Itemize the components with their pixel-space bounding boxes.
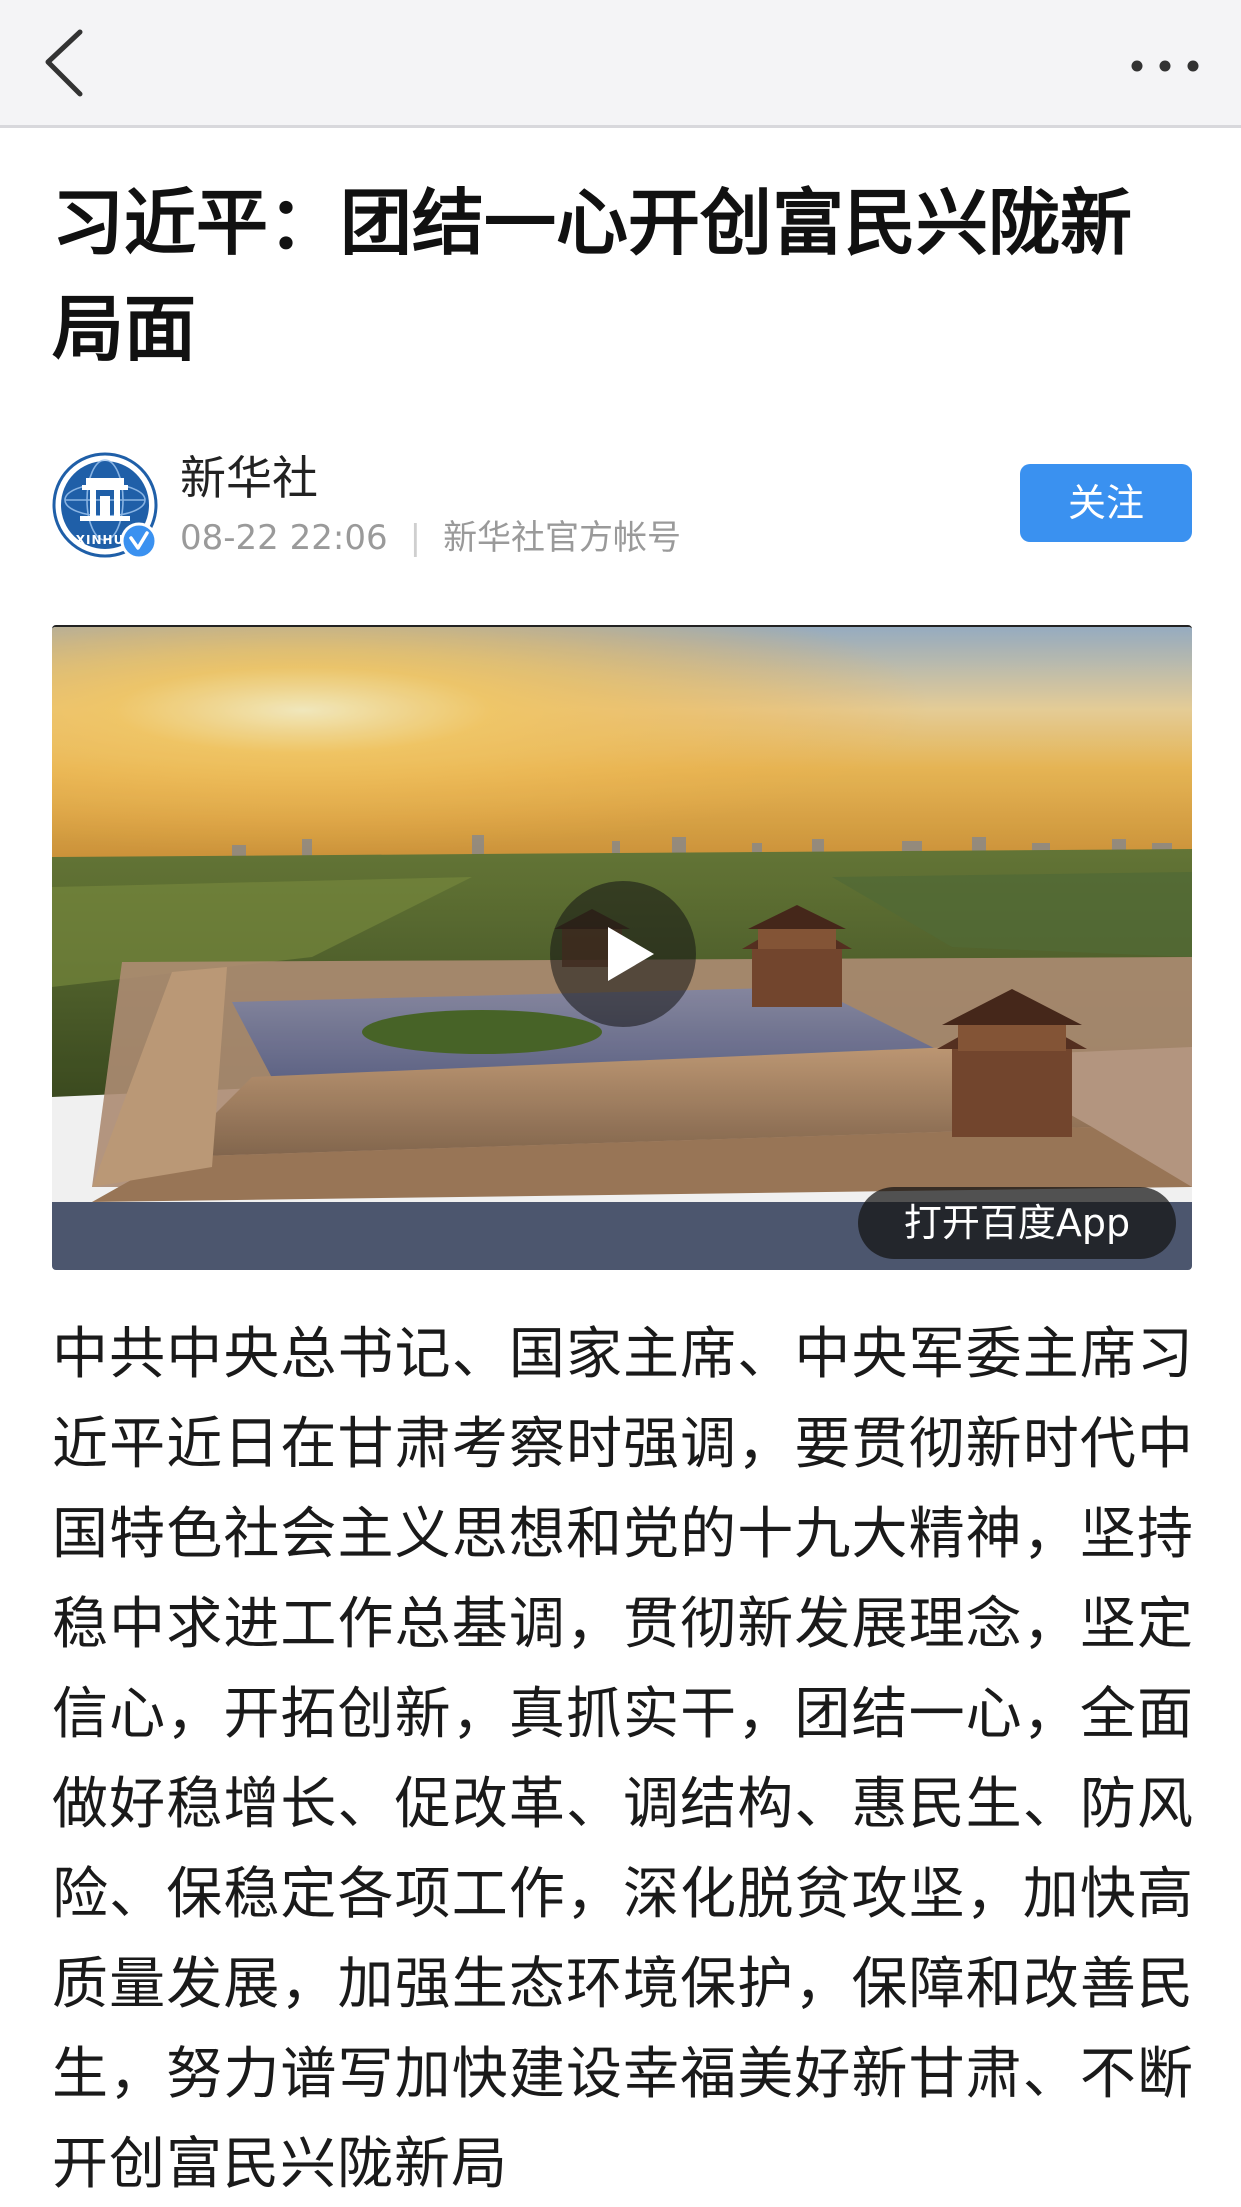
open-app-button[interactable]: 打开百度App	[858, 1187, 1176, 1259]
follow-button[interactable]: 关注	[1020, 464, 1192, 542]
author-info: XINHUA 新华社 08-22 22:06 | 新华社官方帐号 关注	[52, 448, 1192, 568]
author-meta: 08-22 22:06 | 新华社官方帐号	[180, 516, 681, 560]
author-avatar[interactable]: XINHUA	[52, 452, 158, 560]
chevron-left-icon	[45, 29, 83, 97]
back-button[interactable]	[30, 22, 110, 102]
more-options-button[interactable]	[1115, 22, 1215, 102]
article-body-text: 中共中央总书记、国家主席、中央军委主席习近平近日在甘肃考察时强调，要贯彻新时代中…	[52, 1322, 1194, 2197]
play-icon	[608, 927, 654, 981]
author-name[interactable]: 新华社	[180, 448, 318, 508]
article-title: 习近平：团结一心开创富民兴陇新局面	[52, 181, 1133, 371]
verified-icon	[120, 522, 158, 560]
top-nav-bar	[0, 0, 1241, 128]
account-description: 新华社官方帐号	[443, 518, 682, 558]
meta-divider: |	[409, 518, 422, 558]
play-button[interactable]	[550, 881, 696, 1027]
more-horizontal-icon	[1131, 60, 1199, 72]
publish-time: 08-22 22:06	[180, 518, 388, 558]
article-page: 习近平：团结一心开创富民兴陇新局面 XINHUA 新华社 08-22 22:06…	[0, 0, 1241, 2207]
video-player[interactable]: 打开百度App	[52, 625, 1192, 1270]
